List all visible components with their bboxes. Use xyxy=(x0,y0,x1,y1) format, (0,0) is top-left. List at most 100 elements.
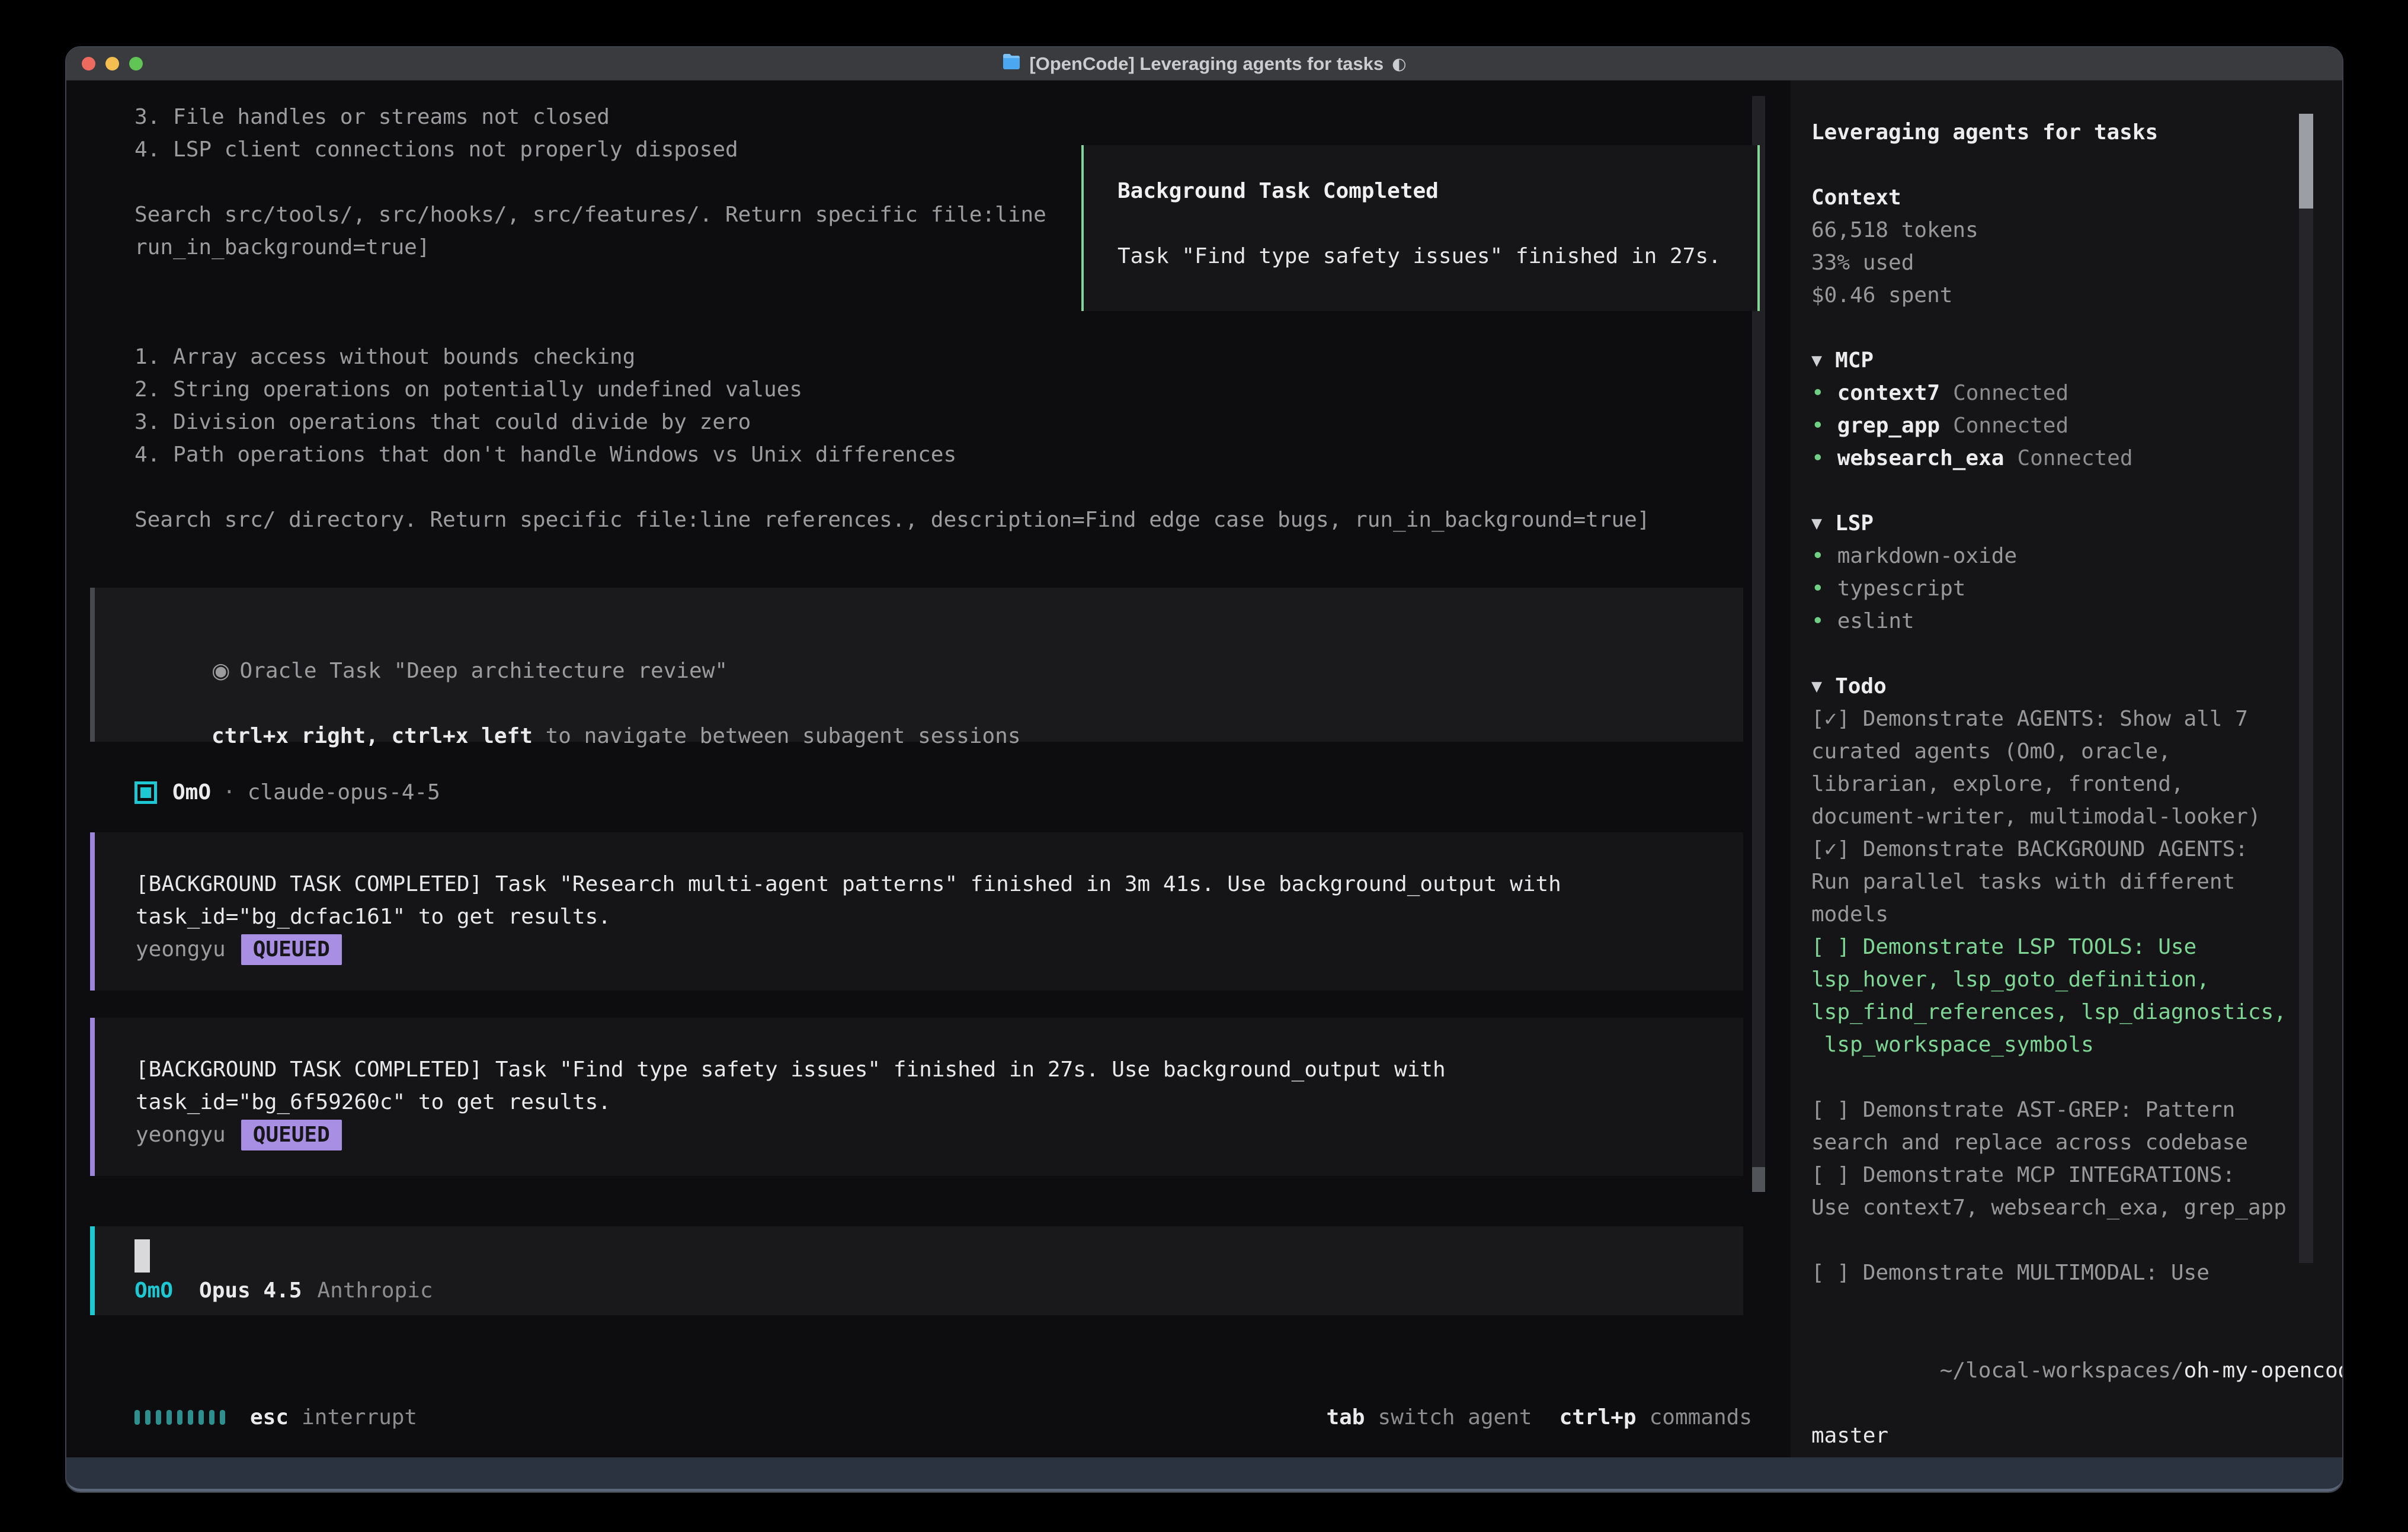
agent-name: OmO xyxy=(172,780,211,805)
omo-agent-icon-fill xyxy=(140,787,151,798)
mcp-item-status: Connected xyxy=(1953,409,2068,442)
separator-dot: · xyxy=(223,780,236,805)
spinner-tick xyxy=(166,1410,172,1425)
todo-item-line: lsp_workspace_symbols xyxy=(1811,1028,2303,1061)
mcp-heading[interactable]: ▼ MCP xyxy=(1811,344,2303,377)
status-dot-icon: • xyxy=(1811,605,1824,637)
workspace-path-line: ~/local-workspaces/oh-my-opencode: xyxy=(1811,1322,2303,1419)
folder-icon xyxy=(1002,53,1021,75)
activity-spinner-icon xyxy=(135,1410,225,1425)
task-message-line1: [BACKGROUND TASK COMPLETED] Task "Resear… xyxy=(136,868,1743,900)
notification-body: Task "Find type safety issues" finished … xyxy=(1117,240,1757,273)
oracle-icon: ◉ xyxy=(212,659,230,683)
status-dot-icon: • xyxy=(1811,442,1824,475)
spinner-tick xyxy=(156,1410,161,1425)
spinner-tick xyxy=(177,1410,182,1425)
workspace-repo-name: oh-my-opencode: xyxy=(2184,1358,2343,1383)
todo-item-line: Use context7, websearch_exa, grep_app xyxy=(1811,1191,2303,1224)
task-message-list: [BACKGROUND TASK COMPLETED] Task "Resear… xyxy=(90,832,1743,1203)
status-bar-right: tab switch agent ctrl+p commands xyxy=(1326,1405,1752,1430)
status-bar: esc interrupt tab switch agent ctrl+p co… xyxy=(135,1401,1752,1434)
todo-item: [✓] Demonstrate BACKGROUND AGENTS:Run pa… xyxy=(1811,833,2303,931)
sidebar-scrollbar-thumb[interactable] xyxy=(2299,114,2313,209)
lsp-heading[interactable]: ▼ LSP xyxy=(1811,507,2303,540)
mcp-item: • context7 Connected xyxy=(1811,377,2303,409)
app-window: [OpenCode] Leveraging agents for tasks ◐… xyxy=(65,46,2343,1493)
task-message-line2: task_id="bg_6f59260c" to get results. xyxy=(136,1086,1743,1118)
todo-item-line: document-writer, multimodal-looker) xyxy=(1811,800,2303,833)
todo-item-line: [ ] Demonstrate MCP INTEGRATIONS: xyxy=(1811,1159,2303,1191)
lsp-item-name: eslint xyxy=(1837,605,1914,637)
agent-session-header[interactable]: OmO · claude-opus-4-5 xyxy=(135,776,440,809)
log-line: 3. Division operations that could divide… xyxy=(135,406,1650,438)
tab-key-hint: tab xyxy=(1326,1405,1365,1430)
oracle-task-title: Oracle Task "Deep architecture review" xyxy=(239,659,728,683)
mcp-item-name: websearch_exa xyxy=(1837,442,2004,475)
todo-heading-label: Todo xyxy=(1835,670,1887,703)
sidebar-content: Leveraging agents for tasks Context 66,5… xyxy=(1791,81,2343,1493)
todo-heading[interactable]: ▼ Todo xyxy=(1811,670,2303,703)
todo-item-line: models xyxy=(1811,898,2303,931)
todo-item: [ ] Demonstrate AST-GREP: Patternsearch … xyxy=(1811,1094,2303,1159)
log-line xyxy=(135,471,1650,504)
status-dot-icon: • xyxy=(1811,377,1824,409)
log-line: 4. LSP client connections not properly d… xyxy=(135,133,1046,166)
log-line: Search src/tools/, src/hooks/, src/featu… xyxy=(135,198,1046,231)
window-bottom-strip xyxy=(66,1457,2342,1492)
todo-section: ▼ Todo [✓] Demonstrate AGENTS: Show all … xyxy=(1811,670,2303,1289)
todo-item: [✓] Demonstrate AGENTS: Show all 7curate… xyxy=(1811,703,2303,833)
log-line: Search src/ directory. Return specific f… xyxy=(135,504,1650,536)
tab-key-label: switch agent xyxy=(1378,1405,1532,1430)
todo-item-line: [ ] Demonstrate LSP TOOLS: Use xyxy=(1811,931,2303,963)
queued-status-badge: QUEUED xyxy=(241,934,342,965)
status-dot-icon: • xyxy=(1811,572,1824,605)
todo-item-line: [ ] Demonstrate AST-GREP: Pattern xyxy=(1811,1094,2303,1126)
lsp-item: • markdown-oxide xyxy=(1811,540,2303,572)
input-model-name[interactable]: Opus 4.5 xyxy=(199,1276,302,1306)
context-heading: Context xyxy=(1811,181,2303,214)
task-message-meta: yeongyu QUEUED xyxy=(136,933,1743,966)
todo-item-line: [ ] Demonstrate MULTIMODAL: Use xyxy=(1811,1257,2303,1289)
oracle-task-title-row: ◉Oracle Task "Deep architecture review" xyxy=(135,622,1743,655)
context-heading-label: Context xyxy=(1811,181,1901,214)
context-stat-line: $0.46 spent xyxy=(1811,279,2303,312)
workspace-path: ~/local-workspaces/oh-my-opencode: maste… xyxy=(1811,1322,2303,1452)
sidebar-scrollbar-track[interactable] xyxy=(2299,114,2313,1263)
mcp-heading-label: MCP xyxy=(1835,344,1874,377)
window-titlebar: [OpenCode] Leveraging agents for tasks ◐ xyxy=(66,47,2342,81)
task-message-box: [BACKGROUND TASK COMPLETED] Task "Find t… xyxy=(90,1018,1743,1176)
log-line xyxy=(135,166,1046,198)
mcp-item: • websearch_exa Connected xyxy=(1811,442,2303,475)
prompt-input[interactable]: OmO Opus 4.5 Anthropic xyxy=(90,1226,1743,1315)
input-meta-row: OmO Opus 4.5 Anthropic xyxy=(135,1276,433,1306)
mcp-item-status: Connected xyxy=(2017,442,2132,475)
task-message-line2: task_id="bg_dcfac161" to get results. xyxy=(136,900,1743,933)
background-task-notification: Background Task Completed Task "Find typ… xyxy=(1081,145,1760,311)
mcp-item-name: grep_app xyxy=(1837,409,1940,442)
esc-key-label: interrupt xyxy=(302,1405,417,1430)
mcp-list: • context7 Connected • grep_app Connecte… xyxy=(1811,377,2303,475)
lsp-item-name: typescript xyxy=(1837,572,1966,605)
task-message-line1: [BACKGROUND TASK COMPLETED] Task "Find t… xyxy=(136,1053,1743,1086)
esc-key-hint: esc xyxy=(250,1405,289,1430)
spinner-tick xyxy=(198,1410,204,1425)
agent-model: claude-opus-4-5 xyxy=(248,780,440,805)
text-cursor xyxy=(135,1239,150,1273)
mcp-item: • grep_app Connected xyxy=(1811,409,2303,442)
todo-item-line: Run parallel tasks with different xyxy=(1811,866,2303,898)
lsp-section: ▼ LSP • markdown-oxide • typescript xyxy=(1811,507,2303,637)
tool-call-line: ⚙call_omo_agent [subagent_type=explore, … xyxy=(135,308,1752,341)
log-line: 1. Array access without bounds checking xyxy=(135,341,1650,373)
sidebar-session-title: Leveraging agents for tasks xyxy=(1811,116,2303,149)
log-output-top: 3. File handles or streams not closed4. … xyxy=(135,101,1046,264)
status-dot-icon: • xyxy=(1811,540,1824,572)
context-section: Context 66,518 tokens33% used$0.46 spent xyxy=(1811,181,2303,312)
main-scrollbar-thumb[interactable] xyxy=(1752,1167,1765,1192)
log-line: 2. String operations on potentially unde… xyxy=(135,373,1650,406)
context-stat-line: 33% used xyxy=(1811,246,2303,279)
mcp-item-name: context7 xyxy=(1837,377,1940,409)
ctrlp-key-label: commands xyxy=(1650,1405,1752,1430)
todo-list: [✓] Demonstrate AGENTS: Show all 7curate… xyxy=(1811,703,2303,1289)
input-agent-name[interactable]: OmO xyxy=(135,1276,173,1306)
notification-title: Background Task Completed xyxy=(1117,175,1757,207)
